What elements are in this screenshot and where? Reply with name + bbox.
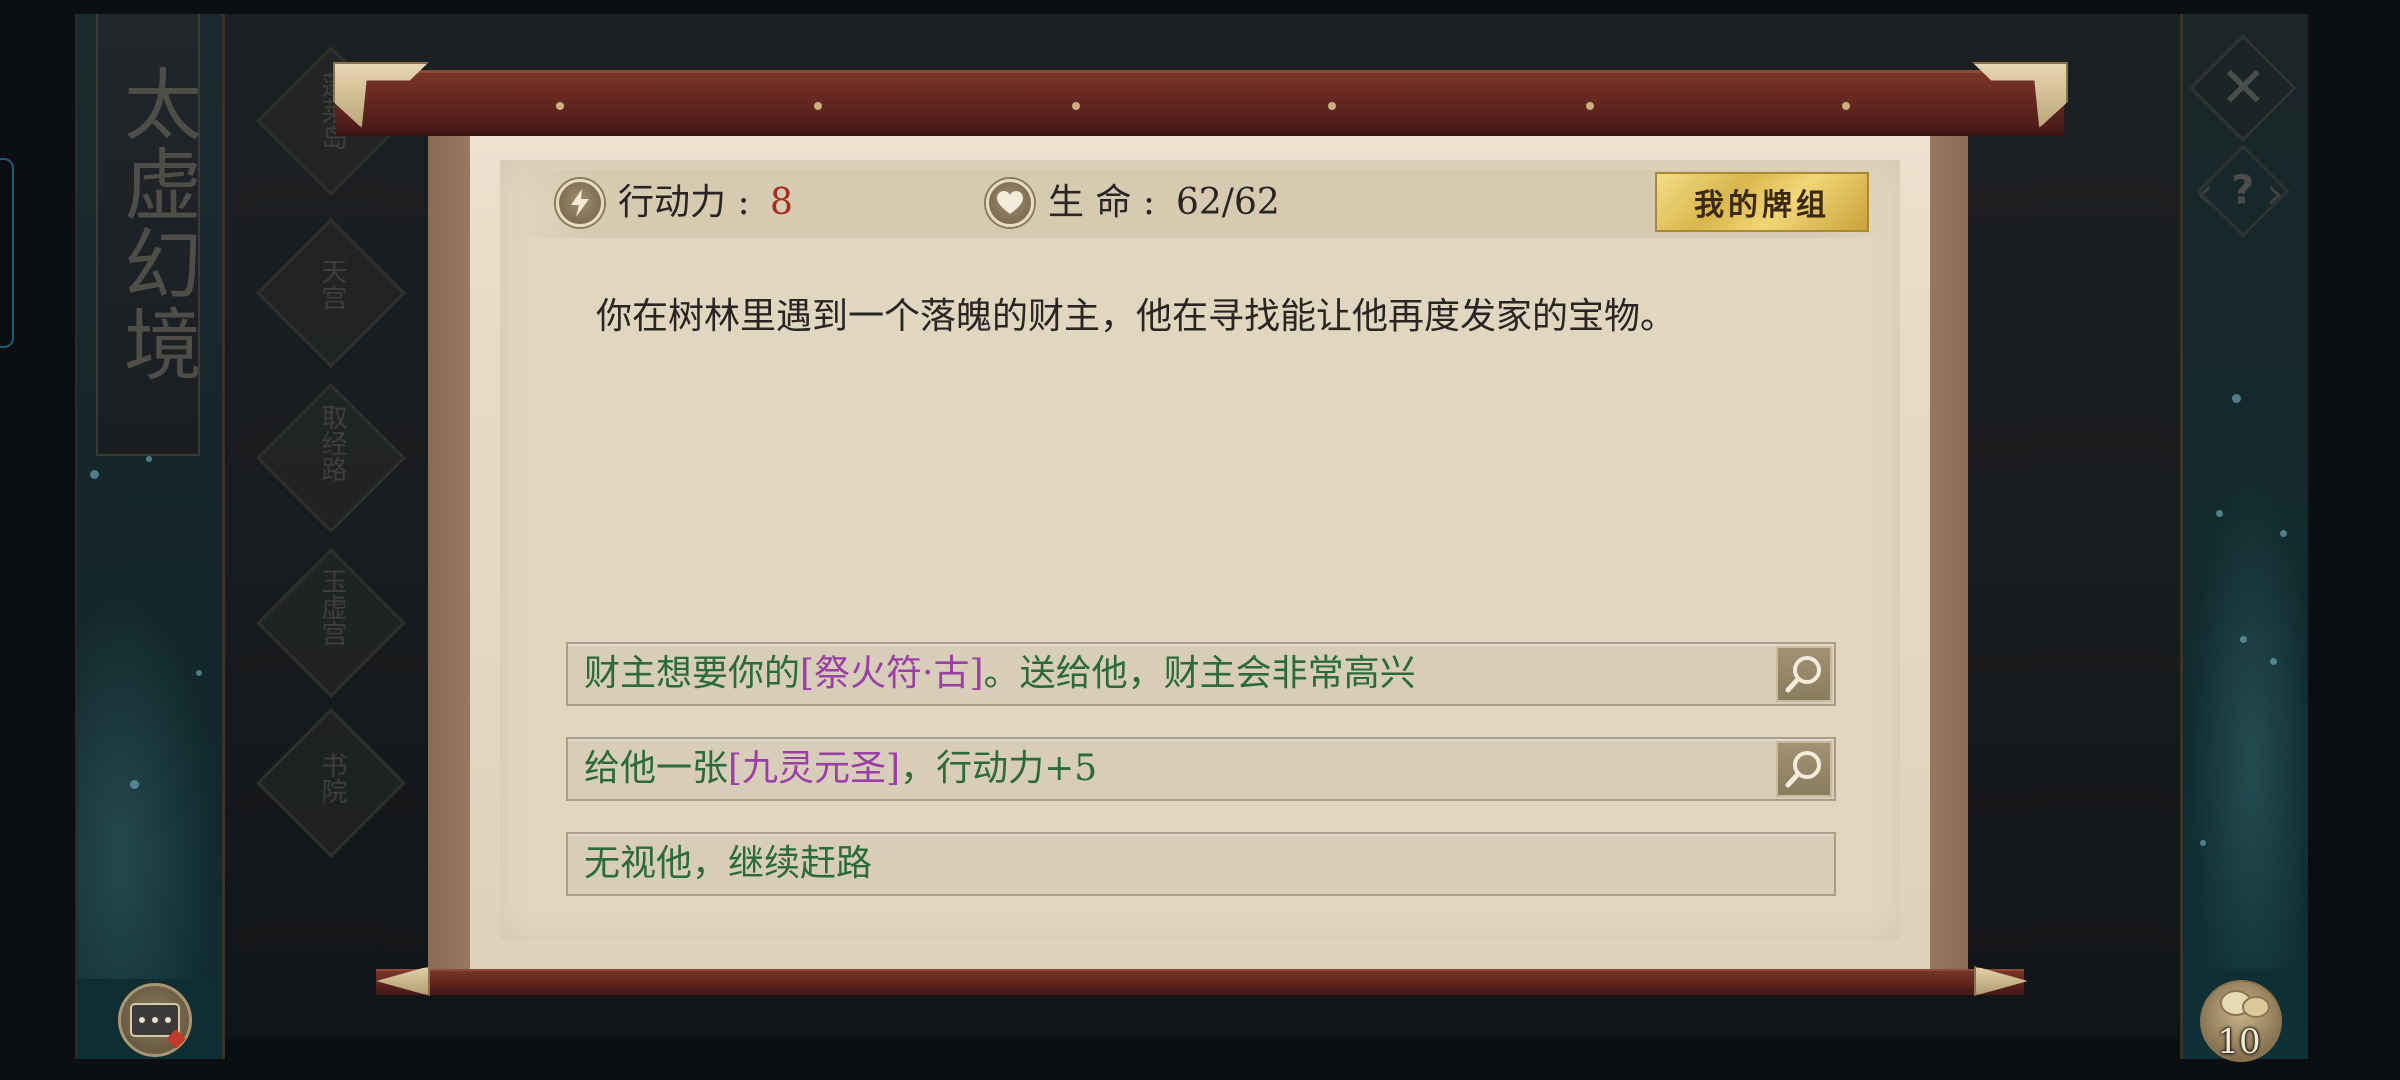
lightning-icon xyxy=(556,179,604,227)
bubble-decoration xyxy=(2280,530,2287,537)
choice-text-1: 财主想要你的[祭火符·古]。送给他，财主会非常高兴 xyxy=(584,653,1416,694)
item-name: [九灵元圣] xyxy=(728,748,901,789)
scroll-paper-inner xyxy=(500,160,1900,940)
choice-option-2[interactable]: 给他一张[九灵元圣]，行动力+5 xyxy=(566,737,1836,801)
chat-button[interactable] xyxy=(118,983,192,1057)
scroll-top-roller xyxy=(336,70,2064,136)
roller-stud xyxy=(1586,102,1594,110)
choice-option-3[interactable]: 无视他，继续赶路 xyxy=(566,832,1836,896)
energy-label: 行动力 : xyxy=(618,182,750,223)
close-icon: ✕ xyxy=(2219,54,2267,120)
life-value: 62/62 xyxy=(1176,182,1280,223)
bubble-decoration xyxy=(2232,394,2241,403)
bubble-decoration xyxy=(2216,510,2223,517)
bubble-decoration xyxy=(196,670,202,676)
wave-decoration xyxy=(77,559,222,979)
heart-icon xyxy=(986,179,1034,227)
bubble-decoration xyxy=(2240,636,2247,643)
my-deck-button[interactable]: 我的牌组 xyxy=(1655,172,1869,232)
inspect-card-button[interactable] xyxy=(1776,646,1832,702)
title-banner-text: 太虚幻境 xyxy=(111,64,201,384)
energy-value: 8 xyxy=(770,182,793,223)
roller-stud xyxy=(556,102,564,110)
choice-option-1[interactable]: 财主想要你的[祭火符·古]。送给他，财主会非常高兴 xyxy=(566,642,1836,706)
roller-stud xyxy=(1072,102,1080,110)
map-node-label-2: 天宫 xyxy=(317,258,347,310)
event-story-text: 你在树林里遇到一个落魄的财主，他在寻找能让他再度发家的宝物。 xyxy=(596,296,1677,337)
scroll-bottom-roller xyxy=(376,969,2024,995)
chevron-right-icon: › xyxy=(2266,168,2284,219)
bubble-decoration xyxy=(146,456,152,462)
coin-icon xyxy=(2242,996,2270,1018)
map-node-label-5: 书院 xyxy=(317,752,347,804)
title-banner: 太虚幻境 xyxy=(96,14,201,456)
edge-tab[interactable] xyxy=(0,158,14,348)
roller-stud xyxy=(1328,102,1336,110)
coin-count: 10 xyxy=(2217,1022,2261,1062)
choice-text-3: 无视他，继续赶路 xyxy=(584,843,873,884)
magnifier-icon xyxy=(1785,751,1821,788)
inspect-card-button[interactable] xyxy=(1776,741,1832,797)
bubble-decoration xyxy=(2270,658,2277,665)
help-icon: ? xyxy=(2231,167,2255,214)
map-node-label-4: 玉虚宫 xyxy=(317,568,347,646)
map-node-label-3: 取经路 xyxy=(317,404,347,482)
bubble-decoration xyxy=(2200,840,2206,846)
item-name: [祭火符·古] xyxy=(800,653,984,694)
roller-stud xyxy=(1842,102,1850,110)
magnifier-icon xyxy=(1785,656,1821,693)
choice-text-2: 给他一张[九灵元圣]，行动力+5 xyxy=(584,748,1098,789)
bubble-decoration xyxy=(130,780,139,789)
wave-decoration xyxy=(2183,449,2308,969)
life-label: 生 命 : xyxy=(1048,182,1156,223)
roller-stud xyxy=(814,102,822,110)
bubble-decoration xyxy=(90,470,99,479)
